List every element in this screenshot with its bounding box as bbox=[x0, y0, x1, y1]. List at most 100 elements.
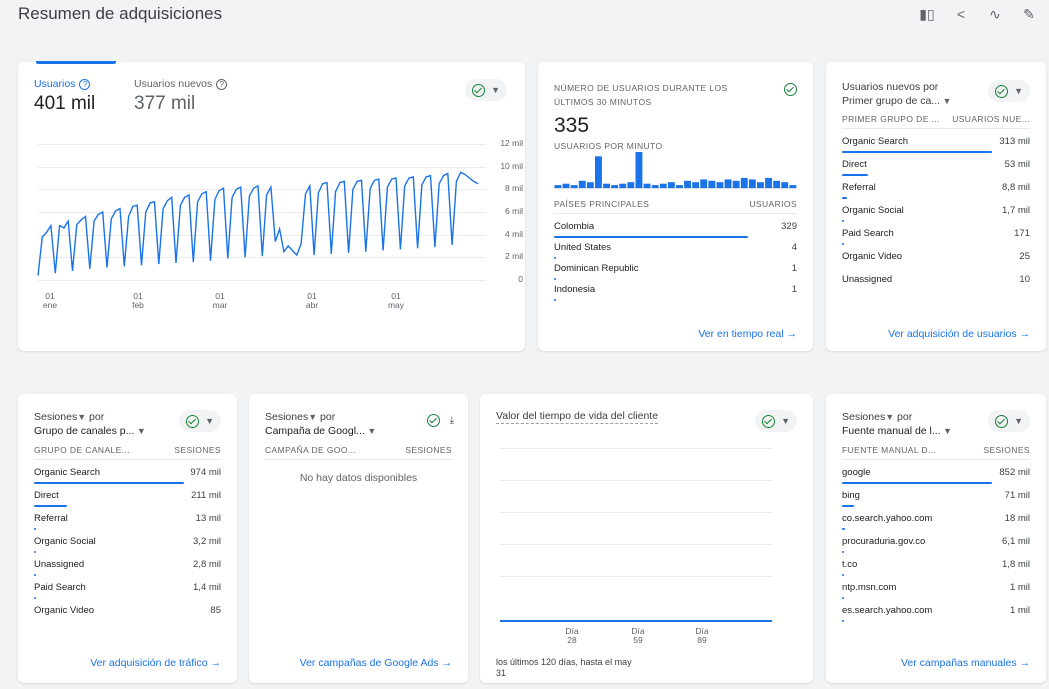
row-value: 2,8 mil bbox=[193, 559, 221, 570]
x-tick-month: abr bbox=[305, 300, 319, 310]
list-item[interactable]: Organic Social 3,2 mil bbox=[34, 530, 221, 553]
view-google-ads-campaigns-link[interactable]: Ver campañas de Google Ads → bbox=[300, 657, 452, 669]
minute-bar bbox=[716, 182, 724, 188]
row-label: ntp.msn.com bbox=[842, 582, 897, 593]
page-title: Resumen de adquisiciones bbox=[18, 4, 223, 23]
share-icon[interactable]: < bbox=[953, 6, 969, 23]
list-item[interactable]: Organic Search 974 mil bbox=[34, 461, 221, 484]
insights-icon[interactable]: ∿ bbox=[987, 6, 1003, 23]
x-tick-label: 01 feb bbox=[126, 292, 150, 310]
ltv-footer: los últimos 120 días, hasta el may 31 bbox=[496, 657, 632, 678]
col-header-left: FUENTE MANUAL D... bbox=[842, 445, 937, 455]
list-item[interactable]: United States 4 bbox=[554, 236, 797, 259]
row-value: 852 mil bbox=[999, 467, 1030, 478]
list-item[interactable]: Dominican Republic 1 bbox=[554, 257, 797, 280]
row-label: Dominican Republic bbox=[554, 263, 639, 274]
view-realtime-link[interactable]: Ver en tiempo real → bbox=[698, 328, 797, 340]
minute-bar bbox=[773, 180, 781, 188]
row-value: 974 mil bbox=[190, 467, 221, 478]
link-label: Ver campañas de Google Ads bbox=[299, 657, 439, 669]
minute-bar bbox=[724, 179, 732, 188]
edit-icon[interactable]: ✎ bbox=[1021, 6, 1037, 23]
dimension-dropdown[interactable]: Campaña de Googl... ▼ bbox=[265, 424, 376, 438]
minute-bar bbox=[659, 183, 667, 188]
row-label: Paid Search bbox=[842, 228, 894, 239]
row-label: Indonesia bbox=[554, 284, 596, 295]
card-heading: Sesiones▼ por Grupo de canales p... ▼ bbox=[34, 410, 146, 438]
list-item[interactable]: Referral 8,8 mil bbox=[842, 176, 1030, 199]
list-item[interactable]: Organic Video 25 bbox=[842, 245, 1030, 268]
metric-dropdown[interactable]: Sesiones▼ por bbox=[34, 410, 146, 424]
metric-dropdown[interactable]: Sesiones▼ por bbox=[842, 410, 952, 424]
list-item[interactable]: t.co 1,8 mil bbox=[842, 553, 1030, 576]
col-header-right: USUARIOS bbox=[749, 199, 797, 209]
list-item[interactable]: co.search.yahoo.com 18 mil bbox=[842, 507, 1030, 530]
list-item[interactable]: Referral 13 mil bbox=[34, 507, 221, 530]
row-value: 171 bbox=[1014, 228, 1030, 239]
heading-line1: Usuarios nuevos por bbox=[842, 81, 939, 93]
row-value: 3,2 mil bbox=[193, 536, 221, 547]
list-item[interactable]: Organic Social 1,7 mil bbox=[842, 199, 1030, 222]
view-user-acquisition-link[interactable]: Ver adquisición de usuarios → bbox=[888, 328, 1030, 340]
minute-bar bbox=[627, 182, 635, 188]
row-value: 4 bbox=[791, 242, 797, 253]
check-circle-icon bbox=[762, 414, 776, 428]
compare-icon[interactable]: ▮▯ bbox=[919, 6, 935, 23]
list-item[interactable]: bing 71 mil bbox=[842, 484, 1030, 507]
list-item[interactable]: procuraduria.gov.co 6,1 mil bbox=[842, 530, 1030, 553]
row-value: 10 bbox=[1019, 274, 1030, 285]
status-dropdown[interactable]: ▼ bbox=[988, 80, 1030, 102]
new-users-card: Usuarios nuevos por Primer grupo de ca..… bbox=[826, 62, 1046, 351]
view-traffic-acquisition-link[interactable]: Ver adquisición de tráfico → bbox=[90, 657, 221, 669]
chevron-down-icon: ▼ bbox=[1014, 416, 1023, 426]
card-heading: Sesiones▼ por Campaña de Googl... ▼ bbox=[265, 410, 376, 438]
minute-bar bbox=[708, 180, 716, 188]
filter-icon[interactable]: ⤓ bbox=[450, 415, 454, 426]
col-header-right: USUARIOS NUE... bbox=[952, 114, 1030, 124]
chevron-down-icon: ▼ bbox=[1014, 86, 1023, 96]
minute-bar bbox=[789, 185, 797, 188]
link-label: Ver adquisición de usuarios bbox=[888, 328, 1017, 340]
ltv-card: Valor del tiempo de vida del cliente ▼ D… bbox=[480, 394, 813, 683]
list-item[interactable]: Paid Search 171 bbox=[842, 222, 1030, 245]
x-tick-value: 89 bbox=[697, 635, 707, 645]
row-label: es.search.yahoo.com bbox=[842, 605, 933, 616]
list-item[interactable]: es.search.yahoo.com 1 mil bbox=[842, 599, 1030, 622]
list-item[interactable]: ntp.msn.com 1 mil bbox=[842, 576, 1030, 599]
list-item[interactable]: Direct 53 mil bbox=[842, 153, 1030, 176]
row-label: Referral bbox=[34, 513, 68, 524]
list-item[interactable]: Organic Search 313 mil bbox=[842, 130, 1030, 153]
status-dropdown[interactable]: ▼ bbox=[179, 410, 221, 432]
row-value: 25 bbox=[1019, 251, 1030, 262]
card-heading: Sesiones▼ por Fuente manual de l... ▼ bbox=[842, 410, 952, 438]
view-manual-campaigns-link[interactable]: Ver campañas manuales → bbox=[901, 657, 1030, 669]
dimension-dropdown[interactable]: Fuente manual de l... ▼ bbox=[842, 424, 952, 438]
list-item[interactable]: Organic Video 85 bbox=[34, 599, 221, 622]
row-value: 71 mil bbox=[1004, 490, 1030, 501]
status-dropdown[interactable]: ▼ bbox=[755, 410, 797, 432]
list-item[interactable]: Colombia 329 bbox=[554, 215, 797, 238]
chevron-down-icon: ▼ bbox=[77, 412, 87, 422]
realtime-value: 335 bbox=[554, 114, 590, 137]
card-heading: Usuarios nuevos por Primer grupo de ca..… bbox=[842, 80, 951, 108]
col-header-left: CAMPAÑA DE GOO... bbox=[265, 445, 357, 455]
divider bbox=[554, 213, 797, 214]
dimension-dropdown[interactable]: Primer grupo de ca... ▼ bbox=[842, 94, 951, 108]
list-item[interactable]: Direct 211 mil bbox=[34, 484, 221, 507]
list-item[interactable]: Unassigned 10 bbox=[842, 268, 1030, 291]
chevron-down-icon: ▼ bbox=[940, 426, 953, 436]
col-header-left: PRIMER GRUPO DE ... bbox=[842, 114, 940, 124]
list-item[interactable]: google 852 mil bbox=[842, 461, 1030, 484]
dimension-label: Primer grupo de ca... bbox=[842, 95, 941, 107]
dimension-label: Campaña de Googl... bbox=[265, 425, 365, 437]
row-value: 1 mil bbox=[1009, 582, 1030, 593]
list-item[interactable]: Paid Search 1,4 mil bbox=[34, 576, 221, 599]
dimension-dropdown[interactable]: Grupo de canales p... ▼ bbox=[34, 424, 146, 438]
status-dropdown[interactable]: ▼ bbox=[988, 410, 1030, 432]
ltv-heading[interactable]: Valor del tiempo de vida del cliente bbox=[496, 410, 659, 424]
list-item[interactable]: Indonesia 1 bbox=[554, 278, 797, 301]
list-item[interactable]: Unassigned 2,8 mil bbox=[34, 553, 221, 576]
minute-bar bbox=[765, 177, 772, 188]
metric-dropdown[interactable]: Sesiones▼ por bbox=[265, 410, 376, 424]
chevron-down-icon: ▼ bbox=[308, 412, 318, 422]
